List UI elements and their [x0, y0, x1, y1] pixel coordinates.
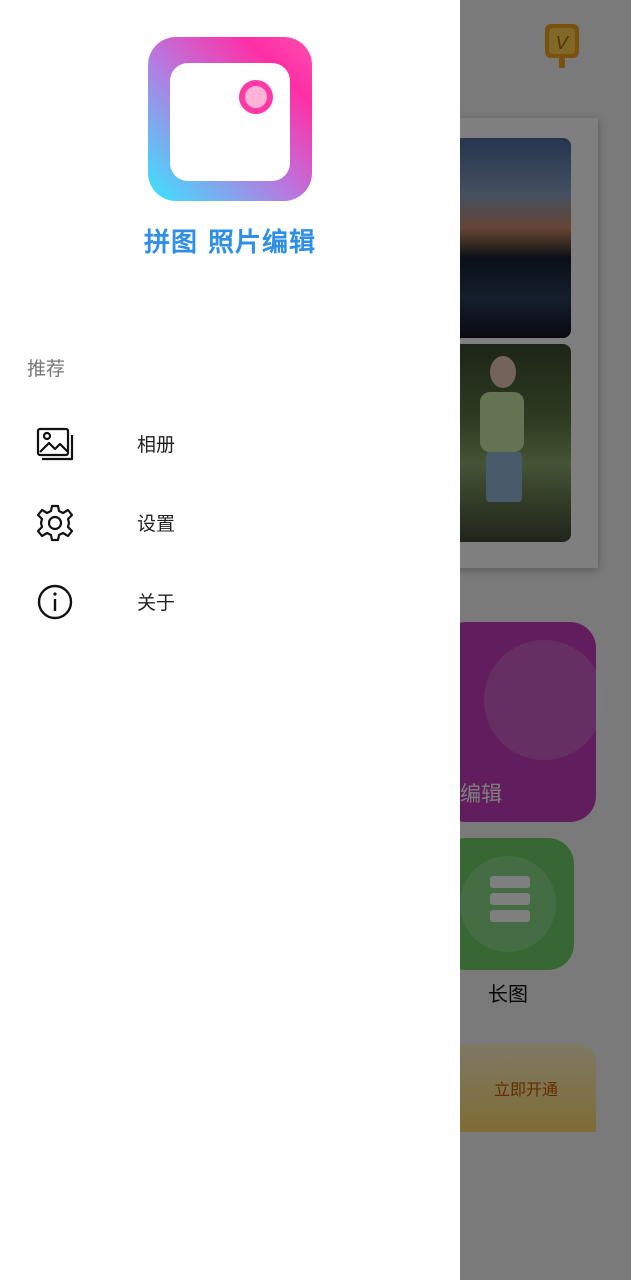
menu-item-settings[interactable]: 设置 [0, 487, 460, 557]
navigation-drawer: 拼图 照片编辑 推荐 相册 设置 关于 [0, 0, 460, 1280]
menu-item-about-label: 关于 [137, 592, 176, 614]
app-title: 拼图 照片编辑 [143, 228, 317, 258]
menu-item-about[interactable]: 关于 [0, 566, 460, 636]
menu-item-settings-label: 设置 [137, 513, 176, 535]
section-label-recommended: 推荐 [27, 358, 66, 380]
menu-item-gallery[interactable]: 相册 [0, 408, 460, 478]
menu-item-gallery-label: 相册 [137, 434, 176, 456]
collage-app-logo-icon [148, 37, 312, 201]
info-icon [37, 584, 73, 620]
gallery-icon [36, 427, 74, 461]
gear-icon [36, 504, 74, 542]
